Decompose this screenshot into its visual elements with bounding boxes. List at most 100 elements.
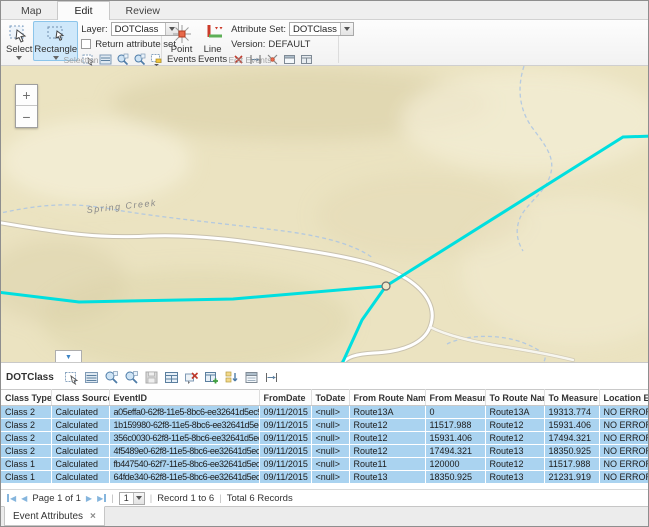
table-cell[interactable]: 17494.321 xyxy=(425,445,485,458)
table-cell[interactable]: a05effa0-62f8-11e5-8bc6-ee32641d5ec9 xyxy=(109,406,259,419)
previous-page-button[interactable]: ◀ xyxy=(21,494,27,503)
column-header[interactable]: From Measure xyxy=(425,390,485,406)
table-cell[interactable]: <null> xyxy=(311,458,349,471)
zoom-to-selection-icon[interactable] xyxy=(104,370,120,386)
column-header[interactable]: Class Type xyxy=(1,390,51,406)
table-row[interactable]: Class 2Calculated4f5489e0-62f8-11e5-8bc6… xyxy=(1,445,648,458)
column-header[interactable]: FromDate xyxy=(259,390,311,406)
zoom-in-button[interactable]: + xyxy=(16,85,37,106)
column-header[interactable]: From Route Name xyxy=(349,390,425,406)
table-row[interactable]: Class 2Calculateda05effa0-62f8-11e5-8bc6… xyxy=(1,406,648,419)
table-cell[interactable]: 09/11/2015 xyxy=(259,406,311,419)
table-cell[interactable]: Route12 xyxy=(485,432,544,445)
table-cell[interactable]: Class 2 xyxy=(1,432,51,445)
table-cell[interactable]: Route13 xyxy=(349,471,425,484)
table-cell[interactable]: Route12 xyxy=(349,432,425,445)
table-cell[interactable]: Class 2 xyxy=(1,406,51,419)
table-cell[interactable]: <null> xyxy=(311,445,349,458)
close-icon[interactable]: × xyxy=(90,511,96,522)
table-cell[interactable]: NO ERROR xyxy=(599,432,648,445)
pan-to-selection-icon[interactable] xyxy=(124,370,140,386)
table-cell[interactable]: 15931.406 xyxy=(425,432,485,445)
measure-icon[interactable] xyxy=(264,370,280,386)
column-header[interactable]: EventID xyxy=(109,390,259,406)
table-cell[interactable]: Route13 xyxy=(485,445,544,458)
table-cell[interactable]: NO ERROR xyxy=(599,419,648,432)
table-cell[interactable]: Class 1 xyxy=(1,458,51,471)
table-cell[interactable]: Class 2 xyxy=(1,419,51,432)
table-cell[interactable]: Route12 xyxy=(485,419,544,432)
table-cell[interactable]: 18350.925 xyxy=(544,445,599,458)
tab-review[interactable]: Review xyxy=(110,2,176,19)
table-row[interactable]: Class 1Calculated64fde340-62f8-11e5-8bc6… xyxy=(1,471,648,484)
column-header[interactable]: To Route Name xyxy=(485,390,544,406)
table-cell[interactable]: Calculated xyxy=(51,471,109,484)
table-cell[interactable]: Route12 xyxy=(349,445,425,458)
table-cell[interactable]: Route12 xyxy=(349,419,425,432)
table-cell[interactable]: NO ERROR xyxy=(599,445,648,458)
tab-map[interactable]: Map xyxy=(5,2,57,19)
attributes-list-icon[interactable] xyxy=(84,370,100,386)
table-cell[interactable]: Route13 xyxy=(485,471,544,484)
table-cell[interactable]: 120000 xyxy=(425,458,485,471)
table-row[interactable]: Class 2Calculated1b159980-62f8-11e5-8bc6… xyxy=(1,419,648,432)
table-cell[interactable]: Route13A xyxy=(485,406,544,419)
attribute-set-dropdown[interactable]: DOTClass xyxy=(289,22,354,36)
table-row[interactable]: Class 1Calculatedfb447540-62f7-11e5-8bc6… xyxy=(1,458,648,471)
table-cell[interactable]: 356c0030-62f8-11e5-8bc6-ee32641d5ec9 xyxy=(109,432,259,445)
table-cell[interactable]: <null> xyxy=(311,471,349,484)
table-cell[interactable]: Class 2 xyxy=(1,445,51,458)
open-form-icon[interactable] xyxy=(244,370,260,386)
table-cell[interactable]: <null> xyxy=(311,432,349,445)
table-cell[interactable]: Class 1 xyxy=(1,471,51,484)
map-canvas[interactable]: Spring Creek + − ▼ xyxy=(1,66,648,362)
table-cell[interactable]: Calculated xyxy=(51,432,109,445)
table-cell[interactable]: Calculated xyxy=(51,406,109,419)
table-cell[interactable]: <null> xyxy=(311,419,349,432)
next-page-button[interactable]: ▶ xyxy=(86,494,92,503)
tab-edit[interactable]: Edit xyxy=(57,1,109,20)
table-cell[interactable]: 21231.919 xyxy=(544,471,599,484)
table-cell[interactable]: 09/11/2015 xyxy=(259,419,311,432)
attribute-table-icon[interactable] xyxy=(164,370,180,386)
return-attribute-set-checkbox[interactable] xyxy=(81,39,91,49)
panel-collapse-button[interactable]: ▼ xyxy=(55,350,82,362)
table-cell[interactable]: 18350.925 xyxy=(425,471,485,484)
table-cell[interactable]: NO ERROR xyxy=(599,458,648,471)
table-cell[interactable]: fb447540-62f7-11e5-8bc6-ee32641d5ec9 xyxy=(109,458,259,471)
table-cell[interactable]: 0 xyxy=(425,406,485,419)
table-cell[interactable]: 4f5489e0-62f8-11e5-8bc6-ee32641d5ec9 xyxy=(109,445,259,458)
save-edits-icon[interactable] xyxy=(144,370,160,386)
table-cell[interactable]: Calculated xyxy=(51,419,109,432)
table-cell[interactable]: Route13A xyxy=(349,406,425,419)
table-cell[interactable]: 17494.321 xyxy=(544,432,599,445)
table-cell[interactable]: NO ERROR xyxy=(599,406,648,419)
table-cell[interactable]: 64fde340-62f8-11e5-8bc6-ee32641d5ec9 xyxy=(109,471,259,484)
table-cell[interactable]: Calculated xyxy=(51,458,109,471)
chevron-down-icon[interactable] xyxy=(340,23,353,35)
table-cell[interactable]: 09/11/2015 xyxy=(259,471,311,484)
table-cell[interactable]: 15931.406 xyxy=(544,419,599,432)
table-cell[interactable]: 11517.988 xyxy=(544,458,599,471)
table-cell[interactable]: <null> xyxy=(311,406,349,419)
table-cell[interactable]: 19313.774 xyxy=(544,406,599,419)
last-page-button[interactable]: ▶ xyxy=(97,494,106,503)
table-row[interactable]: Class 2Calculated356c0030-62f8-11e5-8bc6… xyxy=(1,432,648,445)
table-cell[interactable]: 11517.988 xyxy=(425,419,485,432)
table-cell[interactable]: Route11 xyxy=(349,458,425,471)
first-page-button[interactable]: ◀ xyxy=(7,494,16,503)
tab-event-attributes[interactable]: Event Attributes × xyxy=(4,506,105,526)
remove-selection-icon[interactable] xyxy=(184,370,200,386)
table-cell[interactable]: 09/11/2015 xyxy=(259,432,311,445)
table-cell[interactable]: 1b159980-62f8-11e5-8bc6-ee32641d5ec9 xyxy=(109,419,259,432)
zoom-out-button[interactable]: − xyxy=(16,106,37,127)
table-cell[interactable]: Route12 xyxy=(485,458,544,471)
add-records-icon[interactable] xyxy=(204,370,220,386)
table-cell[interactable]: Calculated xyxy=(51,445,109,458)
table-cell[interactable]: 09/11/2015 xyxy=(259,445,311,458)
chevron-down-icon[interactable] xyxy=(133,493,144,504)
table-cell[interactable]: 09/11/2015 xyxy=(259,458,311,471)
column-header[interactable]: Class Source xyxy=(51,390,109,406)
column-header[interactable]: Location Error xyxy=(599,390,648,406)
route-junction-marker[interactable] xyxy=(382,282,390,290)
